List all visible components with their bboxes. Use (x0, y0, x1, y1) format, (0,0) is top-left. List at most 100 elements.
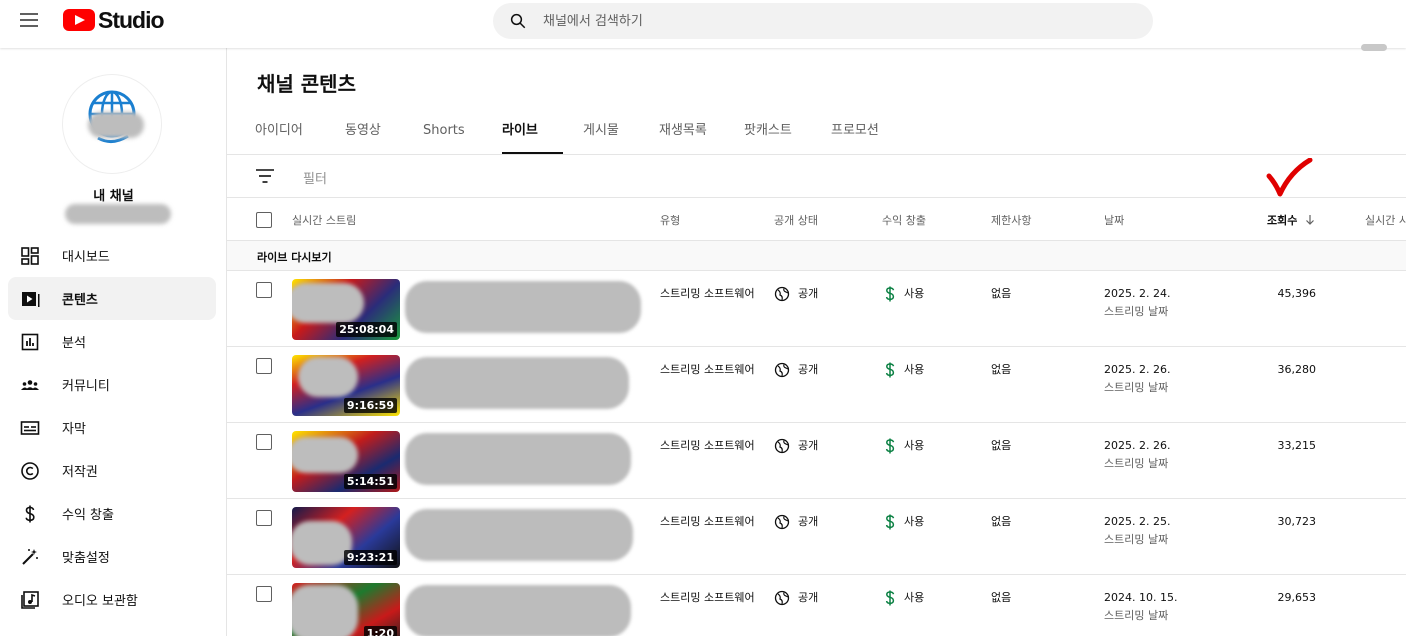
sidebar-item-content[interactable]: 콘텐츠 (8, 277, 216, 320)
tab-posts[interactable]: 게시물 (583, 116, 659, 154)
column-header-views-label: 조회수 (1267, 214, 1298, 227)
views-cell: 45,396 (1277, 287, 1317, 300)
column-header-stream[interactable]: 실시간 스트림 (292, 212, 356, 228)
tab-playlists[interactable]: 재생목록 (659, 116, 744, 154)
column-header-type: 유형 (660, 214, 681, 227)
globe-icon (774, 514, 790, 530)
type-cell: 스트리밍 소프트웨어 (660, 287, 755, 300)
monetization-cell[interactable]: 사용 (884, 589, 924, 607)
video-title-redacted (405, 585, 631, 636)
sidebar-item-community[interactable]: 커뮤니티 (8, 363, 216, 406)
column-header-date[interactable]: 날짜 (1104, 212, 1124, 228)
sidebar-item-label: 커뮤니티 (62, 379, 110, 394)
sidebar-item-copyright[interactable]: 저작권 (8, 449, 216, 492)
video-thumbnail[interactable]: 25:08:04 (292, 279, 400, 340)
type-cell: 스트리밍 소프트웨어 (660, 439, 755, 452)
video-thumbnail[interactable]: 5:14:51 (292, 431, 400, 492)
avatar-redaction (88, 112, 144, 138)
sidebar-item-label: 오디오 보관함 (62, 594, 138, 609)
section-live-replays: 라이브 다시보기 (227, 241, 1406, 271)
sidebar-item-subtitles[interactable]: 자막 (8, 406, 216, 449)
date-caption: 스트리밍 날짜 (1104, 457, 1169, 470)
row-checkbox[interactable] (256, 282, 272, 298)
restrictions-cell: 없음 (991, 363, 1012, 376)
hamburger-menu-icon[interactable] (20, 12, 42, 30)
dollar-icon (25, 505, 35, 522)
tab-podcasts[interactable]: 팟캐스트 (744, 116, 831, 154)
monetization-cell[interactable]: 사용 (884, 361, 924, 379)
sidebar-item-label: 저작권 (62, 465, 98, 480)
filter-input-label[interactable]: 필터 (303, 168, 327, 187)
tab-promotions[interactable]: 프로모션 (831, 116, 911, 154)
date-value: 2024. 10. 15. (1104, 591, 1178, 604)
column-header-restrictions: 제한사항 (991, 214, 1032, 227)
column-header-views[interactable]: 조회수 (1267, 212, 1315, 228)
row-checkbox[interactable] (256, 586, 272, 602)
monetization-label: 사용 (904, 515, 925, 528)
tab-videos[interactable]: 동영상 (345, 116, 423, 154)
monetization-cell[interactable]: 사용 (884, 285, 924, 303)
content-icon (22, 291, 40, 307)
visibility-cell[interactable]: 공개 (774, 589, 818, 607)
filter-icon[interactable] (255, 168, 275, 184)
search-box (493, 3, 1153, 39)
monetization-label: 사용 (904, 591, 925, 604)
sidebar-item-audio-library[interactable]: 오디오 보관함 (8, 578, 216, 621)
row-checkbox[interactable] (256, 358, 272, 374)
table-row[interactable]: 9:16:59 스트리밍 소프트웨어 공개 사용 없음 2025. 2. 26.… (227, 347, 1406, 423)
column-header-visibility: 공개 상태 (774, 214, 818, 227)
visibility-label: 공개 (798, 591, 819, 604)
visibility-cell[interactable]: 공개 (774, 361, 818, 379)
row-checkbox[interactable] (256, 510, 272, 526)
date-cell: 2025. 2. 26. 스트리밍 날짜 (1104, 361, 1170, 397)
video-duration: 5:14:51 (343, 474, 397, 489)
monetization-cell[interactable]: 사용 (884, 513, 924, 531)
sidebar-item-dashboard[interactable]: 대시보드 (8, 234, 216, 277)
tab-live[interactable]: 라이브 (502, 116, 583, 154)
row-checkbox[interactable] (256, 434, 272, 450)
select-all-checkbox[interactable] (256, 212, 272, 228)
date-caption: 스트리밍 날짜 (1104, 305, 1169, 318)
views-cell: 33,215 (1277, 439, 1317, 452)
visibility-cell[interactable]: 공개 (774, 437, 818, 455)
table-row[interactable]: 25:08:04 스트리밍 소프트웨어 공개 사용 없음 2025. 2. 24… (227, 271, 1406, 347)
tab-ideas[interactable]: 아이디어 (255, 116, 345, 154)
video-thumbnail[interactable]: 9:23:21 (292, 507, 400, 568)
restrictions-cell: 없음 (991, 515, 1012, 528)
sidebar-item-customization[interactable]: 맞춤설정 (8, 535, 216, 578)
video-thumbnail[interactable]: 1:20 (292, 583, 400, 636)
filter-bar[interactable]: 필터 (227, 155, 1406, 198)
visibility-cell[interactable]: 공개 (774, 285, 818, 303)
table-row[interactable]: 9:23:21 스트리밍 소프트웨어 공개 사용 없음 2025. 2. 25.… (227, 499, 1406, 575)
dollar-icon (885, 286, 895, 302)
sidebar-item-monetization[interactable]: 수익 창출 (8, 492, 216, 535)
main-content: 채널 콘텐츠 아이디어 동영상 Shorts 라이브 게시물 재생목록 팟캐스트… (227, 48, 1406, 636)
date-value: 2025. 2. 24. (1104, 287, 1171, 300)
channel-avatar[interactable] (62, 74, 162, 174)
top-bar: Studio (0, 0, 1406, 51)
search-input[interactable] (543, 3, 1133, 39)
visibility-cell[interactable]: 공개 (774, 513, 818, 531)
sidebar-item-analytics[interactable]: 분석 (8, 320, 216, 363)
dashboard-icon (21, 246, 39, 265)
sidebar-item-label: 콘텐츠 (62, 293, 98, 308)
monetization-cell[interactable]: 사용 (884, 437, 924, 455)
account-indicator[interactable] (1361, 44, 1387, 51)
table-row[interactable]: 1:20 스트리밍 소프트웨어 공개 사용 없음 2024. 10. 15. 스… (227, 575, 1406, 636)
video-title-redacted (405, 433, 631, 485)
tab-shorts[interactable]: Shorts (423, 116, 502, 154)
sidebar-item-label: 분석 (62, 336, 86, 351)
sort-down-arrow-icon (1306, 215, 1315, 225)
date-caption: 스트리밍 날짜 (1104, 381, 1169, 394)
column-header-live: 실시간 시 (1365, 214, 1406, 227)
views-cell: 30,723 (1277, 515, 1317, 528)
search-icon[interactable] (509, 12, 527, 30)
studio-logo[interactable]: Studio (63, 7, 165, 33)
sidebar-item-label: 수익 창출 (62, 508, 114, 523)
table-row[interactable]: 5:14:51 스트리밍 소프트웨어 공개 사용 없음 2025. 2. 26.… (227, 423, 1406, 499)
community-icon (21, 379, 39, 390)
globe-icon (774, 590, 790, 606)
views-cell: 36,280 (1277, 363, 1317, 376)
video-title-redacted (405, 357, 629, 409)
video-thumbnail[interactable]: 9:16:59 (292, 355, 400, 416)
